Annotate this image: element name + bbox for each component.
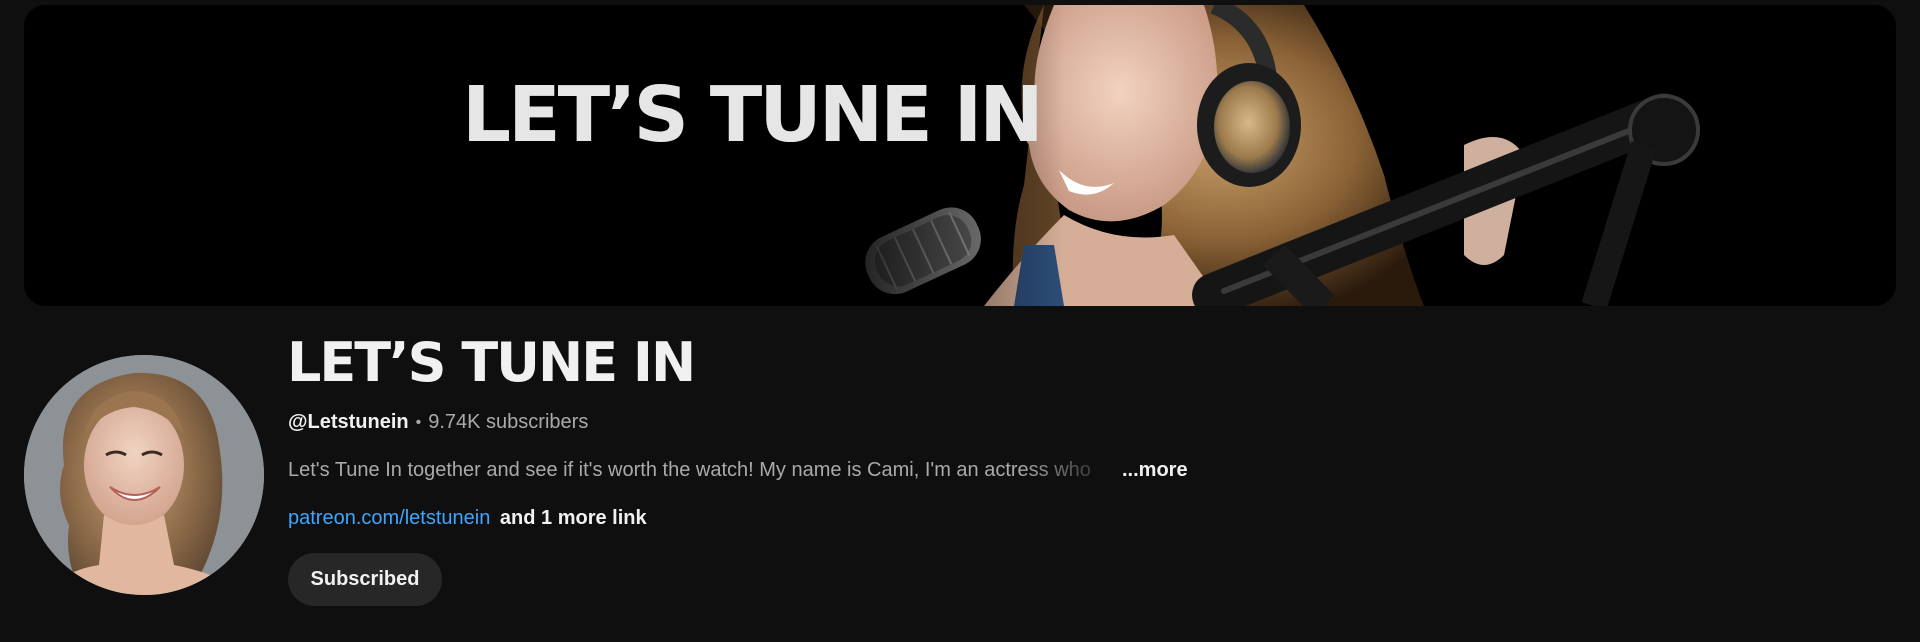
channel-handle: @Letstunein (288, 411, 409, 433)
channel-meta: @Letstunein • 9.74K subscribers (288, 411, 588, 434)
channel-title: LET’S TUNE IN (287, 331, 696, 394)
description-more-button[interactable]: ...more (1122, 459, 1188, 482)
channel-header: LET’S TUNE IN LET’S TUNE IN @Letstunein … (0, 0, 1920, 642)
channel-description-row[interactable]: Let's Tune In together and see if it's w… (288, 459, 1188, 482)
more-links-button[interactable]: and 1 more link (500, 507, 647, 529)
channel-links: patreon.com/letstunein and 1 more link (288, 507, 647, 530)
channel-avatar[interactable] (24, 355, 264, 595)
patreon-link[interactable]: patreon.com/letstunein (288, 507, 490, 529)
subscribed-button[interactable]: Subscribed (288, 553, 442, 606)
channel-description: Let's Tune In together and see if it's w… (288, 459, 1091, 481)
subscriber-count: 9.74K subscribers (428, 411, 589, 433)
avatar-photo (24, 355, 264, 595)
meta-separator: • (415, 413, 422, 431)
banner-title: LET’S TUNE IN (462, 71, 1044, 160)
channel-banner: LET’S TUNE IN (24, 5, 1896, 306)
